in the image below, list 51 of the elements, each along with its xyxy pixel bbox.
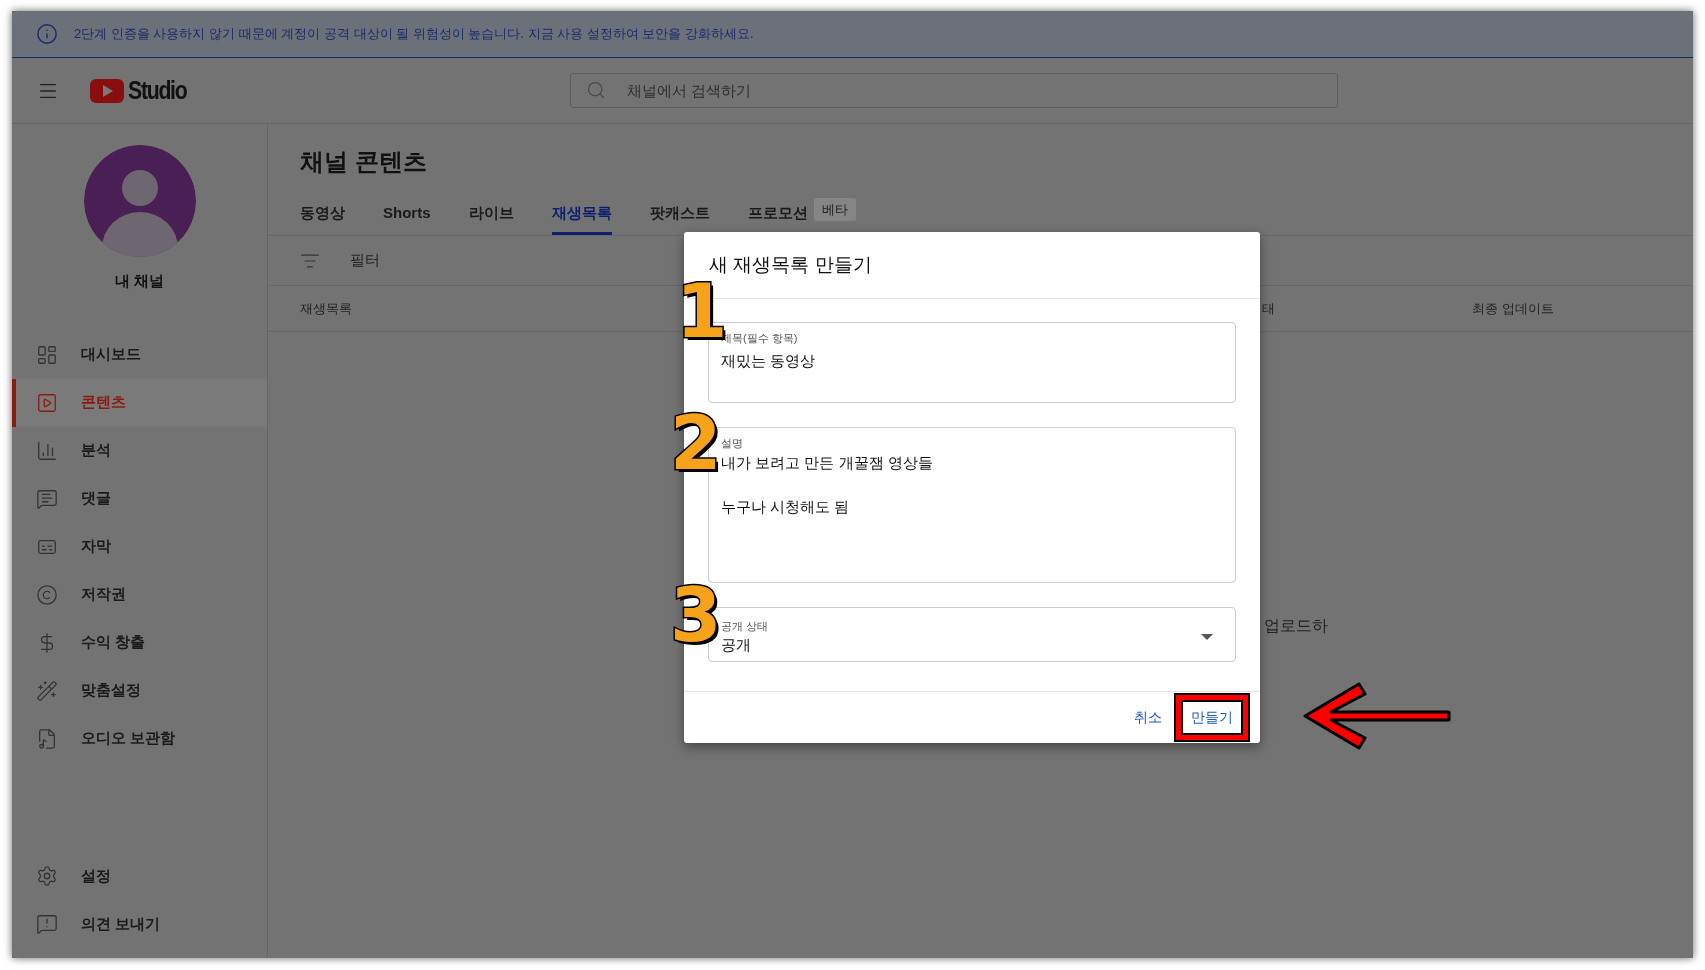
sidebar-item[interactable]: 오디오 보관함 <box>12 714 267 763</box>
logo-text: Studio <box>128 74 187 106</box>
music-file-icon <box>36 727 58 750</box>
sidebar-item[interactable]: 설정 <box>12 852 267 900</box>
dialog-title: 새 재생목록 만들기 <box>709 252 872 277</box>
create-button[interactable]: 만들기 <box>1183 702 1241 733</box>
sidebar-item[interactable]: 의견 보내기 <box>12 900 267 948</box>
channel-name: 내 채널 <box>114 271 165 291</box>
arrow-icon <box>1303 680 1453 752</box>
field-value: 내가 보려고 만든 개꿀잼 영상들 <box>721 452 934 473</box>
sidebar-item[interactable]: 저작권 <box>12 570 267 619</box>
comment-icon <box>36 487 58 510</box>
sidebar-item[interactable]: 대시보드 <box>12 330 267 379</box>
sidebar-item[interactable]: 댓글 <box>12 474 267 523</box>
tab[interactable]: 재생목록 <box>551 194 612 235</box>
tab[interactable]: Shorts <box>383 194 431 235</box>
filter-label[interactable]: 필터 <box>350 249 380 272</box>
logo-icon <box>90 78 124 103</box>
search-field[interactable]: 채널에서 검색하기 <box>569 73 1338 108</box>
sidebar-item[interactable]: 수익 창출 <box>12 618 267 667</box>
tab[interactable]: 팟캐스트 <box>649 194 710 235</box>
page-title: 채널 콘텐츠 <box>300 147 428 177</box>
sidebar-item[interactable]: 자막 <box>12 522 267 571</box>
field-value: 공개 <box>721 635 752 655</box>
field-value: 누구나 시청해도 됨 <box>721 496 851 517</box>
tab[interactable]: 프로모션 <box>747 194 808 235</box>
avatar[interactable] <box>83 145 196 257</box>
column-header: 재생목록 <box>300 299 353 318</box>
field-label: 공개 상태 <box>721 618 770 634</box>
empty-state-text: 업로드하 <box>1264 617 1328 634</box>
column-header: 최종 업데이트 <box>1472 299 1555 318</box>
search-icon <box>585 80 606 100</box>
tab[interactable]: 라이브 <box>468 194 514 235</box>
bar-chart-icon <box>36 439 58 462</box>
dashboard-icon <box>36 343 58 366</box>
dropdown-caret-icon <box>1201 634 1213 640</box>
field-label: 설명 <box>721 436 744 451</box>
sidebar-item[interactable]: 맞춤설정 <box>12 666 267 715</box>
banner-text: 2단계 인증을 사용하지 않기 때문에 계정이 공격 대상이 될 위험성이 높습니다. 지금 사용 설정하여 보안을 강화하세요. <box>74 25 754 44</box>
tab[interactable]: 동영상 <box>300 194 345 235</box>
copyright-icon <box>36 583 58 606</box>
sidebar-item[interactable]: 콘텐츠 <box>12 378 267 427</box>
play-icon <box>36 391 58 414</box>
feedback-icon <box>36 913 58 935</box>
sidebar-item[interactable]: 분석 <box>12 426 267 475</box>
beta-badge: 베타 <box>813 197 856 222</box>
info-icon <box>36 23 58 45</box>
field-value: 재밌는 동영상 <box>721 350 817 371</box>
column-header: 태 <box>1262 299 1276 318</box>
settings-icon <box>36 865 58 887</box>
magic-wand-icon <box>36 679 58 702</box>
